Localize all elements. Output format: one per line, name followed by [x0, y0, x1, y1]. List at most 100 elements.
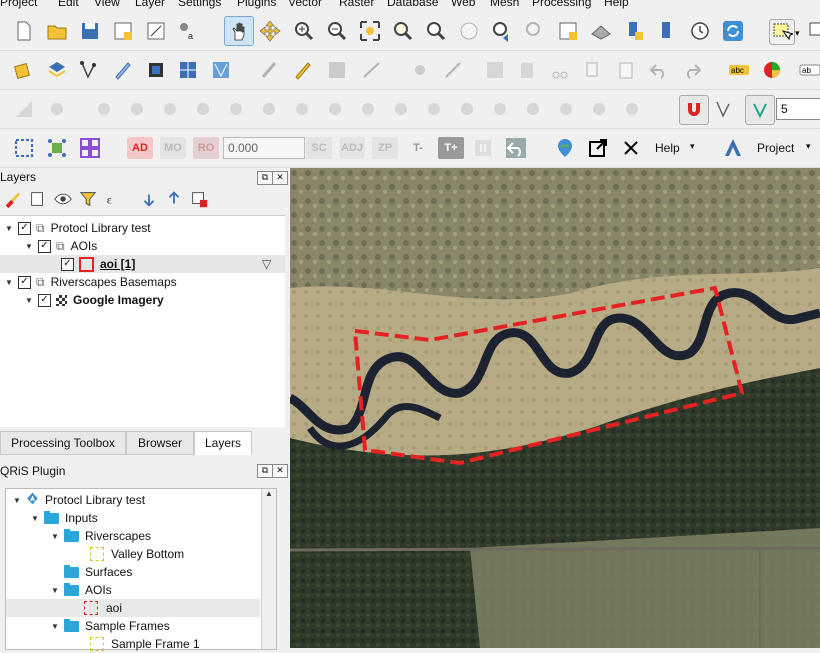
snap-mode-icon[interactable] [745, 95, 775, 125]
diagram-icon[interactable] [760, 58, 784, 82]
zoom-to-layer-icon[interactable] [424, 19, 448, 43]
menu-settings[interactable]: Settings [178, 0, 221, 9]
layer-checkbox[interactable]: ✓ [61, 257, 74, 271]
riverscapes-viewer-icon[interactable] [553, 136, 577, 160]
cut-icon[interactable] [548, 58, 572, 82]
reshape-icon[interactable] [290, 97, 314, 121]
external-link-icon[interactable] [586, 136, 610, 160]
qris-logo-icon[interactable] [721, 136, 745, 160]
snap-tolerance-input[interactable]: 5 [776, 98, 820, 120]
menu-database[interactable]: Database [387, 0, 438, 9]
filter-icon[interactable] [78, 189, 98, 209]
menu-mesh[interactable]: Mesh [490, 0, 519, 9]
bookmark-icon[interactable] [622, 19, 646, 43]
ro-button[interactable]: RO [193, 137, 219, 159]
layer-google-imagery[interactable]: ▼ ✓ Google Imagery [24, 291, 164, 309]
pan-map-icon[interactable] [224, 16, 254, 46]
merge-attributes-icon[interactable] [455, 97, 479, 121]
menu-view[interactable]: View [94, 0, 120, 9]
new-print-layout-icon[interactable] [111, 19, 135, 43]
coordinate-input[interactable]: 0.000 [223, 137, 305, 159]
select-by-area-icon[interactable] [12, 136, 36, 160]
snap-vertex-icon[interactable] [713, 97, 737, 121]
expand-arrow-icon[interactable]: ▼ [4, 224, 14, 233]
add-ring-icon[interactable] [125, 97, 149, 121]
label-tool-icon[interactable]: ab [798, 58, 820, 82]
grid-icon[interactable] [176, 58, 200, 82]
copy-icon[interactable] [581, 58, 605, 82]
sc-button[interactable]: SC [306, 137, 332, 159]
expand-arrow-icon[interactable]: ▼ [50, 532, 60, 541]
undo-arrow-icon[interactable] [504, 136, 528, 160]
zp-button[interactable]: ZP [372, 137, 398, 159]
filter-expression-icon[interactable]: ε [104, 189, 124, 209]
rotate-feature-icon[interactable] [45, 97, 69, 121]
pan-to-selection-icon[interactable] [258, 19, 282, 43]
t-plus-button[interactable]: T+ [438, 137, 464, 159]
offset-curve-icon[interactable] [323, 97, 347, 121]
merge-features-icon[interactable] [422, 97, 446, 121]
filter-indicator-icon[interactable]: ▽ [262, 257, 271, 271]
layer-checkbox[interactable]: ✓ [38, 293, 51, 307]
qris-riverscapes-node[interactable]: ▼ Riverscapes [50, 527, 151, 545]
chevron-down-icon[interactable]: ▾ [795, 28, 800, 39]
zoom-next-icon[interactable] [523, 19, 547, 43]
tab-layers[interactable]: Layers [194, 431, 252, 455]
project-menu-button[interactable]: Project [757, 141, 794, 155]
style-manager-icon[interactable]: a [176, 19, 200, 43]
snapping-magnet-icon[interactable] [679, 95, 709, 125]
offset-point-icon[interactable] [521, 97, 545, 121]
split-parts-icon[interactable] [389, 97, 413, 121]
menu-project[interactable]: Project [0, 0, 37, 9]
expand-arrow-icon[interactable]: ▼ [24, 242, 34, 251]
expand-all-icon[interactable] [139, 189, 159, 209]
expand-arrow-icon[interactable]: ▼ [12, 496, 22, 505]
tab-browser[interactable]: Browser [126, 431, 194, 455]
menu-processing[interactable]: Processing [532, 0, 591, 9]
pen-icon[interactable] [111, 58, 135, 82]
map-canvas[interactable] [290, 168, 820, 648]
vertex-tool-icon[interactable] [441, 58, 465, 82]
layer-checkbox[interactable]: ✓ [18, 275, 31, 289]
style-paint-icon[interactable] [2, 189, 22, 209]
zoom-full-icon[interactable] [358, 19, 382, 43]
close-panel-icon[interactable]: ✕ [272, 464, 288, 478]
qris-aois-node[interactable]: ▼ AOIs [50, 581, 112, 599]
menu-plugins[interactable]: Plugins [237, 0, 276, 9]
qris-aoi-node[interactable]: aoi [6, 599, 260, 617]
gps-icon[interactable] [144, 58, 168, 82]
mo-button[interactable]: MO [160, 137, 186, 159]
qris-project-node[interactable]: ▼ Protocl Library test [12, 491, 145, 509]
expand-arrow-icon[interactable]: ▼ [24, 296, 34, 305]
menu-raster[interactable]: Raster [339, 0, 374, 9]
add-part-icon[interactable] [158, 97, 182, 121]
zoom-native-icon[interactable] [457, 19, 481, 43]
float-panel-icon[interactable]: ⧉ [257, 171, 273, 185]
scrollbar[interactable]: ▲ [261, 489, 276, 649]
scroll-up-icon[interactable]: ▲ [262, 489, 276, 498]
add-point-icon[interactable] [408, 58, 432, 82]
redo-icon[interactable] [680, 58, 704, 82]
qris-sample-frames-node[interactable]: ▼ Sample Frames [50, 617, 170, 635]
layout-manager-icon[interactable] [144, 19, 168, 43]
vector-tools-icon[interactable] [209, 58, 233, 82]
add-group-icon[interactable] [28, 189, 48, 209]
layer-group-riverscapes-basemaps[interactable]: ▼ ✓ ⧉ Riverscapes Basemaps [4, 273, 177, 291]
simplify-icon[interactable] [92, 97, 116, 121]
collapse-all-icon[interactable] [164, 189, 184, 209]
ruler-icon[interactable] [12, 97, 36, 121]
save-edits-icon[interactable] [325, 58, 349, 82]
layer-group-protocl-library[interactable]: ▼ ✓ ⧉ Protocl Library test [4, 219, 151, 237]
new-project-icon[interactable] [12, 19, 36, 43]
zoom-last-icon[interactable] [490, 19, 514, 43]
close-icon[interactable] [619, 136, 643, 160]
delete-selected-icon[interactable] [515, 58, 539, 82]
layer-checkbox[interactable]: ✓ [18, 221, 31, 235]
open-project-icon[interactable] [45, 19, 69, 43]
t-minus-button[interactable]: T- [405, 137, 431, 159]
refresh-icon[interactable] [721, 19, 745, 43]
new-3d-map-icon[interactable] [589, 19, 613, 43]
edits-icon[interactable] [258, 58, 282, 82]
qris-inputs-node[interactable]: ▼ Inputs [30, 509, 98, 527]
attribute-table-icon[interactable] [483, 58, 507, 82]
